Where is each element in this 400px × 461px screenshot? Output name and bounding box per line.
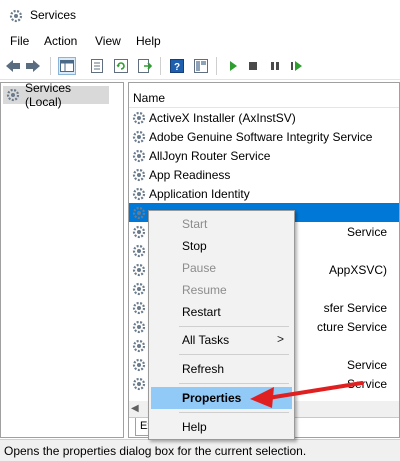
menu-help[interactable]: Help	[136, 34, 161, 48]
toolbar-separator	[160, 57, 161, 75]
menu-item-label: Properties	[182, 391, 242, 405]
tree-node-label: Services (Local)	[25, 81, 72, 109]
refresh-icon[interactable]	[112, 57, 130, 75]
service-gear-icon	[131, 376, 147, 395]
pause-service-icon[interactable]	[266, 57, 284, 75]
menu-action[interactable]: Action	[44, 34, 77, 48]
service-name: Application Identity	[149, 187, 250, 201]
menu-item-resume: Resume	[151, 279, 292, 301]
help-icon[interactable]: ?	[168, 57, 186, 75]
menu-separator	[179, 354, 289, 355]
column-header-name[interactable]: Name	[133, 91, 165, 105]
menu-item-label: All Tasks	[182, 333, 230, 347]
service-name: Service	[346, 358, 387, 372]
menu-view[interactable]: View	[95, 34, 121, 48]
menu-item-restart[interactable]: Restart	[151, 301, 292, 323]
tree-node-services-local[interactable]: Services (Local)	[3, 81, 109, 109]
menu-bar: File Action View Help	[0, 30, 400, 52]
toolbar-separator	[216, 57, 217, 75]
service-name: AllJoyn Router Service	[149, 149, 271, 163]
forward-icon[interactable]	[24, 57, 42, 75]
menu-separator	[179, 326, 289, 327]
title-bar: Services	[0, 0, 400, 30]
stop-service-icon[interactable]	[244, 57, 262, 75]
toolbar-separator	[50, 57, 51, 75]
service-name: cture Service	[316, 320, 387, 334]
status-text: Opens the properties dialog box for the …	[4, 444, 307, 458]
service-row[interactable]: Application Identity	[129, 184, 399, 203]
service-name: sfer Service	[323, 301, 387, 315]
menu-item-label: Resume	[182, 283, 227, 297]
menu-item-all-tasks[interactable]: All Tasks >	[151, 329, 292, 351]
toolbar: ?	[0, 52, 400, 80]
service-row[interactable]: ActiveX Installer (AxInstSV)	[129, 108, 399, 127]
menu-file[interactable]: File	[10, 34, 29, 48]
restart-service-icon[interactable]	[288, 57, 306, 75]
menu-item-help[interactable]: Help	[151, 416, 292, 438]
services-gear-icon	[5, 87, 21, 103]
menu-item-label: Restart	[182, 305, 221, 319]
svg-text:?: ?	[174, 62, 180, 73]
menu-item-label: Stop	[182, 239, 207, 253]
service-name: ActiveX Installer (AxInstSV)	[149, 111, 296, 125]
service-name: Adobe Genuine Software Integrity Service	[149, 130, 373, 144]
submenu-arrow-icon: >	[277, 332, 285, 346]
menu-item-label: Refresh	[182, 362, 225, 376]
tree-pane: Services (Local)	[0, 81, 124, 438]
service-name: App Readiness	[149, 168, 231, 182]
menu-item-refresh[interactable]: Refresh	[151, 358, 292, 380]
service-row[interactable]: AllJoyn Router Service	[129, 146, 399, 165]
service-name: AppXSVC)	[328, 263, 387, 277]
back-icon[interactable]	[4, 57, 22, 75]
snapin-view-icon[interactable]	[192, 57, 210, 75]
service-row[interactable]: App Readiness	[129, 165, 399, 184]
services-gear-icon	[8, 8, 24, 27]
menu-item-label: Start	[182, 217, 208, 231]
menu-item-start: Start	[151, 213, 292, 235]
status-bar: Opens the properties dialog box for the …	[0, 439, 400, 461]
export-list-icon[interactable]	[136, 57, 154, 75]
service-name: Service	[346, 225, 387, 239]
window-title: Services	[30, 8, 77, 22]
menu-item-label: Pause	[182, 261, 217, 275]
scroll-left-icon[interactable]: ◀	[131, 403, 139, 414]
show-hide-tree-icon[interactable]	[58, 57, 76, 75]
menu-item-pause: Pause	[151, 257, 292, 279]
start-service-icon[interactable]	[224, 57, 242, 75]
menu-item-stop[interactable]: Stop	[151, 235, 292, 257]
service-row[interactable]: Adobe Genuine Software Integrity Service	[129, 127, 399, 146]
properties-icon[interactable]	[88, 57, 106, 75]
annotation-arrow-icon	[250, 381, 364, 408]
menu-item-label: Help	[182, 420, 207, 434]
